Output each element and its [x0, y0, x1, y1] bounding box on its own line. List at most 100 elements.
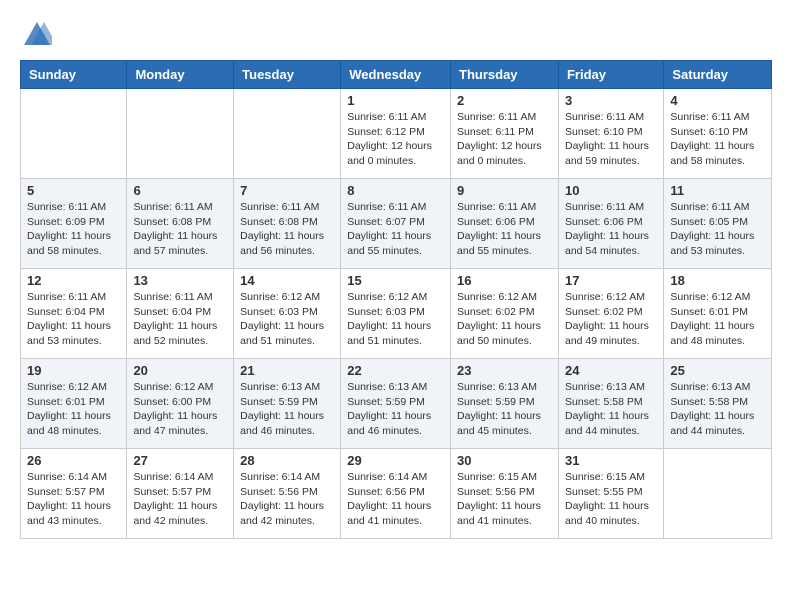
- sunset-text: Sunset: 5:59 PM: [347, 396, 425, 408]
- day-info: Sunrise: 6:15 AMSunset: 5:55 PMDaylight:…: [565, 470, 657, 529]
- calendar-day-27: 27 Sunrise: 6:14 AMSunset: 5:57 PMDayligh…: [127, 449, 234, 539]
- sunrise-text: Sunrise: 6:13 AM: [240, 381, 320, 393]
- sunset-text: Sunset: 6:04 PM: [27, 306, 105, 318]
- day-info: Sunrise: 6:14 AMSunset: 5:57 PMDaylight:…: [133, 470, 227, 529]
- sunset-text: Sunset: 5:56 PM: [457, 486, 535, 498]
- sunset-text: Sunset: 5:57 PM: [27, 486, 105, 498]
- daylight-text: Daylight: 11 hours and 50 minutes.: [457, 320, 541, 347]
- weekday-header-monday: Monday: [127, 61, 234, 89]
- sunset-text: Sunset: 6:10 PM: [670, 126, 748, 138]
- sunrise-text: Sunrise: 6:12 AM: [133, 381, 213, 393]
- day-info: Sunrise: 6:14 AM Sunset: 6:56 PM Daylight:…: [347, 470, 444, 529]
- daylight-text: Daylight: 11 hours and 52 minutes.: [133, 320, 217, 347]
- day-info: Sunrise: 6:11 AMSunset: 6:09 PMDaylight:…: [27, 200, 120, 259]
- daylight-text: Daylight: 11 hours and 59 minutes.: [565, 140, 649, 167]
- daylight-text: Daylight: 11 hours and 41 minutes.: [457, 500, 541, 527]
- calendar-week-row: 12Sunrise: 6:11 AMSunset: 6:04 PMDayligh…: [21, 269, 772, 359]
- calendar-day-22: 22Sunrise: 6:13 AMSunset: 5:59 PMDayligh…: [341, 359, 451, 449]
- sunrise-text: Sunrise: 6:13 AM: [457, 381, 537, 393]
- day-info: Sunrise: 6:11 AMSunset: 6:05 PMDaylight:…: [670, 200, 765, 259]
- sunset-text: Sunset: 6:56 PM: [347, 486, 425, 498]
- logo-icon: [22, 20, 52, 50]
- day-number: 15: [347, 273, 444, 288]
- weekday-header-thursday: Thursday: [451, 61, 559, 89]
- day-info: Sunrise: 6:11 AMSunset: 6:08 PMDaylight:…: [133, 200, 227, 259]
- day-info: Sunrise: 6:11 AMSunset: 6:10 PMDaylight:…: [565, 110, 657, 169]
- calendar-day-18: 18Sunrise: 6:12 AMSunset: 6:01 PMDayligh…: [664, 269, 772, 359]
- calendar-day-6: 6Sunrise: 6:11 AMSunset: 6:08 PMDaylight…: [127, 179, 234, 269]
- day-info: Sunrise: 6:11 AM Sunset: 6:11 PM Daylight:…: [457, 110, 552, 169]
- calendar-empty-cell: [21, 89, 127, 179]
- sunrise-text: Sunrise: 6:12 AM: [670, 291, 750, 303]
- day-number: 2: [457, 93, 552, 108]
- weekday-header-sunday: Sunday: [21, 61, 127, 89]
- day-number: 20: [133, 363, 227, 378]
- day-info: Sunrise: 6:11 AMSunset: 6:07 PMDaylight:…: [347, 200, 444, 259]
- calendar-day-2: 2 Sunrise: 6:11 AM Sunset: 6:11 PM Daylight…: [451, 89, 559, 179]
- daylight-text: Daylight: 12 hours and 0 minutes.: [457, 140, 542, 167]
- day-info: Sunrise: 6:11 AMSunset: 6:06 PMDaylight:…: [457, 200, 552, 259]
- day-number: 1: [347, 93, 444, 108]
- daylight-text: Daylight: 11 hours and 49 minutes.: [565, 320, 649, 347]
- sunset-text: Sunset: 6:11 PM: [457, 126, 534, 138]
- calendar-day-31: 31Sunrise: 6:15 AMSunset: 5:55 PMDayligh…: [558, 449, 663, 539]
- sunset-text: Sunset: 6:00 PM: [133, 396, 211, 408]
- sunrise-text: Sunrise: 6:11 AM: [347, 201, 426, 213]
- calendar-day-1: 1Sunrise: 6:11 AMSunset: 6:12 PMDaylight…: [341, 89, 451, 179]
- day-number: 27: [133, 453, 227, 468]
- calendar-week-row: 26Sunrise: 6:14 AMSunset: 5:57 PMDayligh…: [21, 449, 772, 539]
- sunrise-text: Sunrise: 6:14 AM: [27, 471, 107, 483]
- weekday-header-friday: Friday: [558, 61, 663, 89]
- sunset-text: Sunset: 6:06 PM: [457, 216, 535, 228]
- daylight-text: Daylight: 11 hours and 46 minutes.: [240, 410, 324, 437]
- daylight-text: Daylight: 11 hours and 46 minutes.: [347, 410, 431, 437]
- sunset-text: Sunset: 6:08 PM: [240, 216, 318, 228]
- sunset-text: Sunset: 5:58 PM: [565, 396, 643, 408]
- daylight-text: Daylight: 11 hours and 58 minutes.: [670, 140, 754, 167]
- calendar-day-10: 10Sunrise: 6:11 AMSunset: 6:06 PMDayligh…: [558, 179, 663, 269]
- day-info: Sunrise: 6:13 AMSunset: 5:59 PMDaylight:…: [240, 380, 334, 439]
- day-info: Sunrise: 6:13 AMSunset: 5:58 PMDaylight:…: [670, 380, 765, 439]
- day-info: Sunrise: 6:12 AMSunset: 6:02 PMDaylight:…: [457, 290, 552, 349]
- daylight-text: Daylight: 11 hours and 48 minutes.: [27, 410, 111, 437]
- daylight-text: Daylight: 11 hours and 41 minutes.: [347, 500, 431, 527]
- sunset-text: Sunset: 6:05 PM: [670, 216, 748, 228]
- sunrise-text: Sunrise: 6:13 AM: [347, 381, 427, 393]
- calendar-day-13: 13Sunrise: 6:11 AMSunset: 6:04 PMDayligh…: [127, 269, 234, 359]
- day-number: 19: [27, 363, 120, 378]
- daylight-text: Daylight: 11 hours and 43 minutes.: [27, 500, 111, 527]
- day-number: 16: [457, 273, 552, 288]
- calendar-week-row: 1Sunrise: 6:11 AMSunset: 6:12 PMDaylight…: [21, 89, 772, 179]
- daylight-text: Daylight: 11 hours and 55 minutes.: [457, 230, 541, 257]
- daylight-text: Daylight: 11 hours and 53 minutes.: [27, 320, 111, 347]
- calendar-day-28: 28 Sunrise: 6:14 AMSunset: 5:56 PMDayligh…: [234, 449, 341, 539]
- day-number: 24: [565, 363, 657, 378]
- sunrise-text: Sunrise: 6:14 AM: [347, 471, 427, 483]
- calendar-empty-cell: [234, 89, 341, 179]
- sunrise-text: Sunrise: 6:11 AM: [27, 291, 106, 303]
- sunrise-text: Sunrise: 6:15 AM: [457, 471, 537, 483]
- sunrise-text: Sunrise: 6:11 AM: [240, 201, 319, 213]
- sunrise-text: Sunrise: 6:13 AM: [565, 381, 645, 393]
- daylight-text: Daylight: 11 hours and 47 minutes.: [133, 410, 217, 437]
- daylight-text: Daylight: 11 hours and 42 minutes.: [133, 500, 217, 527]
- sunrise-text: Sunrise: 6:12 AM: [27, 381, 107, 393]
- day-info: Sunrise: 6:12 AMSunset: 6:03 PMDaylight:…: [347, 290, 444, 349]
- sunrise-text: Sunrise: 6:12 AM: [347, 291, 427, 303]
- day-info: Sunrise: 6:13 AMSunset: 5:58 PMDaylight:…: [565, 380, 657, 439]
- day-info: Sunrise: 6:14 AMSunset: 5:56 PMDaylight:…: [240, 470, 334, 529]
- day-number: 29: [347, 453, 444, 468]
- daylight-text: Daylight: 11 hours and 56 minutes.: [240, 230, 324, 257]
- day-info: Sunrise: 6:12 AMSunset: 6:02 PMDaylight:…: [565, 290, 657, 349]
- day-number: 10: [565, 183, 657, 198]
- day-number: 28: [240, 453, 334, 468]
- day-number: 18: [670, 273, 765, 288]
- sunset-text: Sunset: 6:07 PM: [347, 216, 425, 228]
- calendar-day-29: 29 Sunrise: 6:14 AM Sunset: 6:56 PM Dayligh…: [341, 449, 451, 539]
- calendar-day-14: 14Sunrise: 6:12 AMSunset: 6:03 PMDayligh…: [234, 269, 341, 359]
- calendar-empty-cell: [127, 89, 234, 179]
- sunrise-text: Sunrise: 6:11 AM: [457, 111, 536, 123]
- daylight-text: Daylight: 11 hours and 51 minutes.: [240, 320, 324, 347]
- day-info: Sunrise: 6:13 AM Sunset: 5:59 PM Daylight:…: [347, 380, 444, 439]
- sunrise-text: Sunrise: 6:12 AM: [457, 291, 537, 303]
